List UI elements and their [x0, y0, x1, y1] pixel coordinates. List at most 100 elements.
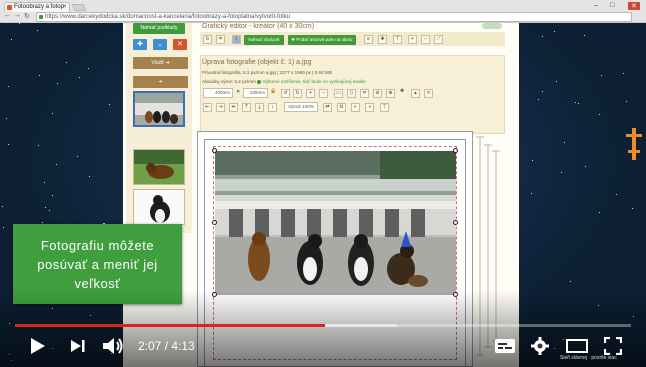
upload-assets-button[interactable]: Nahrať podklady [133, 23, 185, 34]
saturation-control[interactable]: Sýtosť 100% [284, 102, 318, 112]
star-dot [10, 39, 12, 41]
guides-photo-icon[interactable]: ⊤ [380, 103, 389, 112]
star-dot [532, 160, 534, 162]
close-window-icon[interactable]: ✕ [628, 2, 640, 10]
width-input[interactable]: 400mm [203, 88, 233, 98]
sidebar-add-button[interactable]: ✚ [133, 39, 147, 50]
star-dot [79, 76, 81, 78]
delete-photo-icon[interactable]: ✕ [424, 89, 433, 98]
zoom-out-icon[interactable]: − [421, 35, 430, 44]
reload-icon[interactable]: ↻ [24, 12, 30, 20]
star-dot [555, 80, 557, 82]
zoom-in-icon[interactable]: + [408, 35, 417, 44]
height-input[interactable]: 228mm [243, 88, 268, 98]
side-tab-icon[interactable] [622, 128, 646, 160]
flip-h-icon[interactable]: ⇄ [323, 103, 332, 112]
maximize-icon[interactable]: □ [610, 2, 614, 9]
current-crop-label: Aktuálny výrez: 6.2 px/mm [202, 79, 256, 84]
upload-image-button[interactable]: Nahrať obrázok [244, 35, 284, 45]
address-bar[interactable]: https://www.darcekydodcka.sk/domacnost-a… [36, 12, 632, 22]
sidebar-down-button[interactable]: ⌄ [153, 39, 167, 50]
star-dot [37, 30, 39, 32]
tab-close-icon[interactable]: ✕ [62, 3, 67, 12]
resize-handle-tr[interactable] [453, 148, 458, 153]
align-left-icon[interactable]: ⇤ [203, 103, 212, 112]
insert-button[interactable]: Vložiť ➔ [133, 57, 188, 69]
add-text-field-button[interactable]: ✚ Pridať textové pole na obraz [288, 35, 356, 45]
progress-bar[interactable] [15, 324, 631, 327]
star-dot [631, 208, 633, 210]
theater-mode-icon[interactable] [566, 339, 588, 353]
star-dot [542, 91, 544, 93]
minimize-icon[interactable]: – [594, 2, 598, 9]
current-crop-info: Aktuálny výrez: 6.2 px/mm Výborné rozlíš… [202, 79, 366, 84]
browser-tab[interactable]: Fotoobrazy a fotop ✕ [4, 2, 70, 12]
star-dot [542, 35, 544, 37]
star-dot [42, 222, 44, 224]
toggle-switch[interactable] [482, 23, 502, 29]
star-dot [623, 72, 625, 74]
crop-photo-icon[interactable]: ⌗ [360, 89, 369, 98]
back-icon[interactable]: ← [4, 12, 11, 19]
info-icon[interactable]: i [232, 35, 241, 44]
star-dot [87, 67, 89, 69]
settings-gear-icon[interactable] [531, 337, 549, 355]
star-dot [626, 101, 628, 103]
thumbnail-image [134, 150, 184, 184]
thumbnail-image [135, 93, 183, 125]
subtitles-icon[interactable] [494, 338, 516, 354]
guides-icon[interactable]: ⊤ [393, 35, 402, 44]
star-dot [583, 34, 585, 36]
next-video-icon[interactable] [70, 339, 86, 353]
star-dot [6, 118, 8, 120]
star-dot [44, 206, 46, 208]
star-dot [8, 86, 10, 88]
photo-thumbnail[interactable] [133, 189, 185, 225]
player-shade [0, 290, 646, 367]
canvas-photo[interactable] [215, 151, 456, 295]
resize-handle-mr[interactable] [453, 220, 458, 225]
center-icon[interactable]: ⊕ [386, 89, 395, 98]
align-hcenter-icon[interactable]: ⇹ [229, 103, 238, 112]
align-top-icon[interactable]: ⤒ [242, 103, 251, 112]
reset-icon[interactable]: ⊘ [373, 89, 382, 98]
star-dot [2, 205, 4, 207]
play-icon[interactable] [30, 337, 46, 355]
crop-icon[interactable]: ⌗ [216, 35, 225, 44]
flip-v-icon[interactable]: ⇅ [337, 103, 346, 112]
move-arrows-icon[interactable]: ✥ [400, 88, 404, 94]
lock-ratio-icon[interactable]: 🔒 [270, 88, 276, 94]
layers-icon[interactable]: ≡ [364, 35, 373, 44]
pipette-icon[interactable]: ⟋ [434, 35, 443, 44]
align-right-icon[interactable]: ⇥ [216, 103, 225, 112]
fit-width-icon[interactable]: ▭ [334, 89, 343, 98]
rotate-right-icon[interactable]: ↻ [293, 89, 302, 98]
zoom-out-photo-icon[interactable]: − [319, 89, 328, 98]
new-tab-button[interactable] [71, 4, 87, 11]
volume-icon[interactable] [102, 336, 126, 356]
star-dot [76, 156, 78, 158]
time-display: 2:07 / 4:13 [138, 339, 195, 353]
sepia-icon[interactable]: ◑ [365, 103, 374, 112]
rotate-left-icon[interactable]: ↺ [281, 89, 290, 98]
zoom-in-photo-icon[interactable]: + [306, 89, 315, 98]
photo-edit-title: Úprava fotografie (objekt č. 1) a.jpg [202, 59, 312, 66]
star-dot [575, 102, 577, 104]
resize-handle-ml[interactable] [212, 220, 217, 225]
fit-height-icon[interactable]: ▯ [347, 89, 356, 98]
align-vcenter-icon[interactable]: ↕ [268, 103, 277, 112]
star-dot [109, 104, 111, 106]
photo-thumbnail[interactable] [133, 91, 185, 127]
resize-handle-tl[interactable] [212, 148, 217, 153]
photo-thumbnail[interactable] [133, 149, 185, 185]
next-button[interactable]: ➔ [133, 76, 188, 88]
forward-icon[interactable]: → [14, 12, 21, 19]
align-bottom-icon[interactable]: ⤓ [255, 103, 264, 112]
fullscreen-icon[interactable] [604, 337, 622, 355]
arrow-up-icon[interactable]: ▴ [411, 89, 420, 98]
move-icon[interactable]: ✥ [378, 35, 387, 44]
sidebar-delete-button[interactable]: ✕ [173, 39, 187, 50]
channel-watermark: Sieň slávnej · pozrite viac [560, 355, 617, 361]
refresh-icon[interactable]: ↻ [203, 35, 212, 44]
grayscale-icon[interactable]: ◐ [351, 103, 360, 112]
